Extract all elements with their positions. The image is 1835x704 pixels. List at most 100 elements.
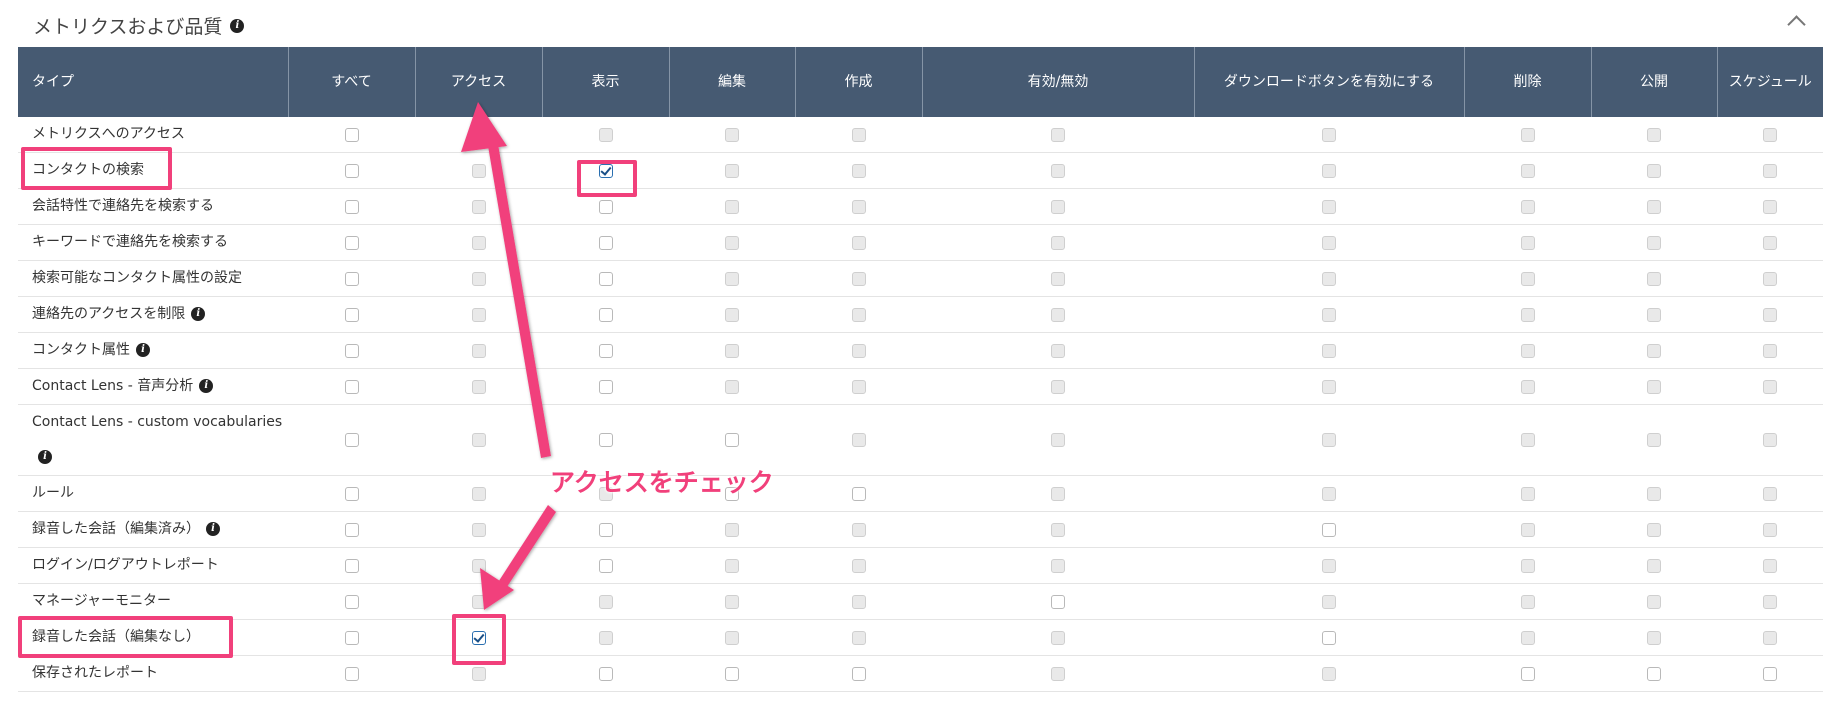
checkbox-cell [1194,511,1464,548]
permission-checkbox [1647,127,1661,142]
permission-checkbox [471,594,486,609]
row-label: ルール [32,485,74,501]
permission-checkbox[interactable] [1763,666,1777,681]
checkbox-cell [542,655,669,692]
info-icon[interactable]: i [199,379,214,393]
permission-checkbox[interactable] [598,433,613,447]
checkbox-cell [1464,260,1591,297]
info-icon[interactable]: i [38,450,52,464]
permission-checkbox [1647,558,1661,573]
permission-checkbox[interactable] [471,630,486,645]
permission-checkbox [851,558,866,573]
permission-checkbox [471,379,486,394]
checkbox-cell [1464,547,1591,584]
checkbox-cell [1194,296,1464,333]
checkbox-cell [415,475,542,512]
checkbox-cell [288,152,415,189]
checkbox-cell [288,117,415,153]
permission-checkbox[interactable] [598,522,613,537]
checkbox-cell [542,152,669,189]
checkbox-cell [542,547,669,584]
checkbox-cell [795,655,922,692]
permission-checkbox[interactable] [1322,630,1336,645]
permission-checkbox[interactable] [598,307,613,322]
checkbox-cell [1464,475,1591,512]
checkbox-cell [922,547,1194,584]
permission-checkbox[interactable] [344,307,359,322]
permission-checkbox [1322,666,1336,681]
permission-checkbox[interactable] [598,343,613,358]
permission-checkbox[interactable] [344,486,359,501]
info-icon[interactable]: i [136,343,150,357]
permission-checkbox [471,343,486,358]
permission-checkbox[interactable] [598,271,613,286]
checkbox-cell [922,619,1194,656]
row-label-cell: ログイン/ログアウトレポート [18,547,288,584]
permission-checkbox[interactable] [344,630,359,645]
checkbox-cell [1717,619,1823,656]
checkbox-cell [1464,583,1591,620]
panel-title-text: メトリクスおよび品質 [33,16,223,38]
permission-checkbox [1647,307,1661,322]
checkbox-cell [542,368,669,405]
checkbox-cell [1591,188,1717,225]
permission-checkbox[interactable] [344,594,359,609]
permission-checkbox[interactable] [344,522,359,537]
permission-checkbox [1647,594,1661,609]
panel-header[interactable]: メトリクスおよび品質 i [18,0,1823,47]
permission-checkbox[interactable] [1520,666,1535,681]
checkbox-cell [542,332,669,369]
permission-checkbox [471,127,486,142]
info-icon[interactable]: i [206,522,220,536]
permission-checkbox[interactable] [598,235,613,250]
permission-checkbox[interactable] [598,558,613,573]
permission-checkbox [1647,379,1661,394]
permission-checkbox[interactable] [1051,594,1065,609]
checkbox-cell [288,547,415,584]
row-label: 録音した会話（編集済み） [32,521,200,537]
permission-checkbox [851,630,866,645]
permission-checkbox [1647,199,1661,214]
column-header-5: 作成 [795,47,923,117]
permission-checkbox [1322,235,1336,250]
permission-checkbox[interactable] [598,163,613,178]
table-row: Contact Lens - custom vocabularies i [18,404,1823,476]
permission-checkbox[interactable] [598,199,613,214]
permission-checkbox[interactable] [598,666,613,681]
permission-checkbox[interactable] [344,558,359,573]
checkbox-cell [1464,117,1591,153]
permission-checkbox[interactable] [344,235,359,250]
permission-checkbox [471,163,486,178]
permission-checkbox [1647,343,1661,358]
checkbox-cell [1717,332,1823,369]
checkbox-cell [1194,475,1464,512]
permission-checkbox[interactable] [344,666,359,681]
info-icon[interactable]: i [191,307,206,321]
checkbox-cell [922,188,1194,225]
permission-checkbox[interactable] [851,666,866,681]
info-icon[interactable]: i [230,18,245,33]
permission-checkbox[interactable] [344,163,359,178]
checkbox-cell [795,260,922,297]
permission-checkbox[interactable] [1647,666,1661,681]
permission-checkbox[interactable] [344,343,359,358]
permission-checkbox[interactable] [344,199,359,214]
permission-checkbox [1051,235,1065,250]
permission-checkbox[interactable] [1322,522,1336,537]
chevron-up-icon[interactable] [1787,15,1806,34]
permission-checkbox[interactable] [344,127,359,142]
permission-checkbox[interactable] [344,433,359,447]
permission-checkbox[interactable] [344,271,359,286]
permission-checkbox [1051,486,1065,501]
checkbox-cell [1591,583,1717,620]
permission-checkbox[interactable] [725,666,739,681]
checkbox-cell [669,619,795,656]
permission-checkbox [1647,163,1661,178]
permission-checkbox[interactable] [344,379,359,394]
checkbox-cell [795,475,922,512]
checkbox-cell [415,511,542,548]
permission-checkbox[interactable] [598,379,613,394]
panel-title: メトリクスおよび品質 i [33,12,245,39]
permission-checkbox[interactable] [725,433,739,447]
permission-checkbox[interactable] [851,486,866,501]
